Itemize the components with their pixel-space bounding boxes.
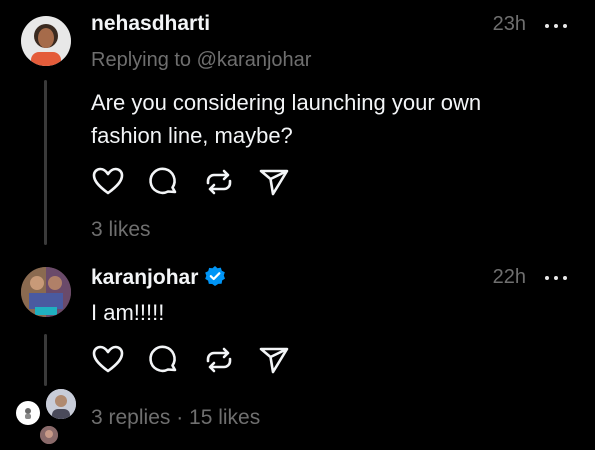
heart-icon	[92, 167, 124, 195]
avatar-image	[21, 16, 71, 66]
thread-line	[44, 80, 47, 245]
avatar[interactable]	[21, 16, 71, 66]
username[interactable]: nehasdharti	[91, 12, 210, 36]
avatar-image	[40, 426, 58, 444]
timestamp: 22h	[492, 266, 526, 288]
post-text-line: Are you considering launching your own	[91, 90, 482, 115]
comment-icon	[149, 167, 177, 195]
comment-button[interactable]	[146, 165, 180, 199]
likes-count[interactable]: 3 likes	[91, 218, 151, 242]
heart-icon	[92, 345, 124, 373]
avatar-image	[25, 408, 31, 419]
like-button[interactable]	[91, 165, 125, 199]
more-icon[interactable]	[545, 274, 571, 282]
avatar	[46, 389, 76, 419]
verified-badge-icon	[205, 266, 226, 286]
repost-button[interactable]	[202, 343, 236, 377]
more-icon[interactable]	[545, 22, 571, 30]
timestamp: 23h	[492, 13, 526, 35]
share-icon	[259, 347, 289, 374]
share-button[interactable]	[257, 343, 291, 377]
username[interactable]: karanjohar	[91, 265, 226, 290]
avatar[interactable]	[21, 267, 71, 317]
repost-button[interactable]	[202, 165, 236, 199]
comment-icon	[149, 345, 177, 373]
reply-avatars[interactable]	[14, 388, 78, 450]
avatar-image	[21, 267, 71, 317]
reply-post-1: nehasdharti 23h Replying to @karanjohar …	[0, 0, 595, 250]
post-text-line: fashion line, maybe?	[91, 123, 293, 148]
share-button[interactable]	[257, 165, 291, 199]
avatar	[16, 401, 40, 425]
reply-post-2: karanjohar 22h I am!!!!! 3 replies · 15 …	[0, 250, 595, 450]
avatar-image	[46, 389, 76, 419]
repost-icon	[206, 169, 232, 195]
comment-button[interactable]	[146, 343, 180, 377]
post-text: Are you considering launching your own f…	[91, 86, 561, 152]
share-icon	[259, 169, 289, 196]
username-text: karanjohar	[91, 266, 199, 289]
like-button[interactable]	[91, 343, 125, 377]
avatar	[40, 426, 58, 444]
replies-likes-count[interactable]: 3 replies · 15 likes	[91, 406, 260, 430]
repost-icon	[206, 347, 232, 373]
post-text: I am!!!!!	[91, 300, 165, 325]
thread-line	[44, 334, 47, 386]
replying-to-label[interactable]: Replying to @karanjohar	[91, 49, 311, 72]
